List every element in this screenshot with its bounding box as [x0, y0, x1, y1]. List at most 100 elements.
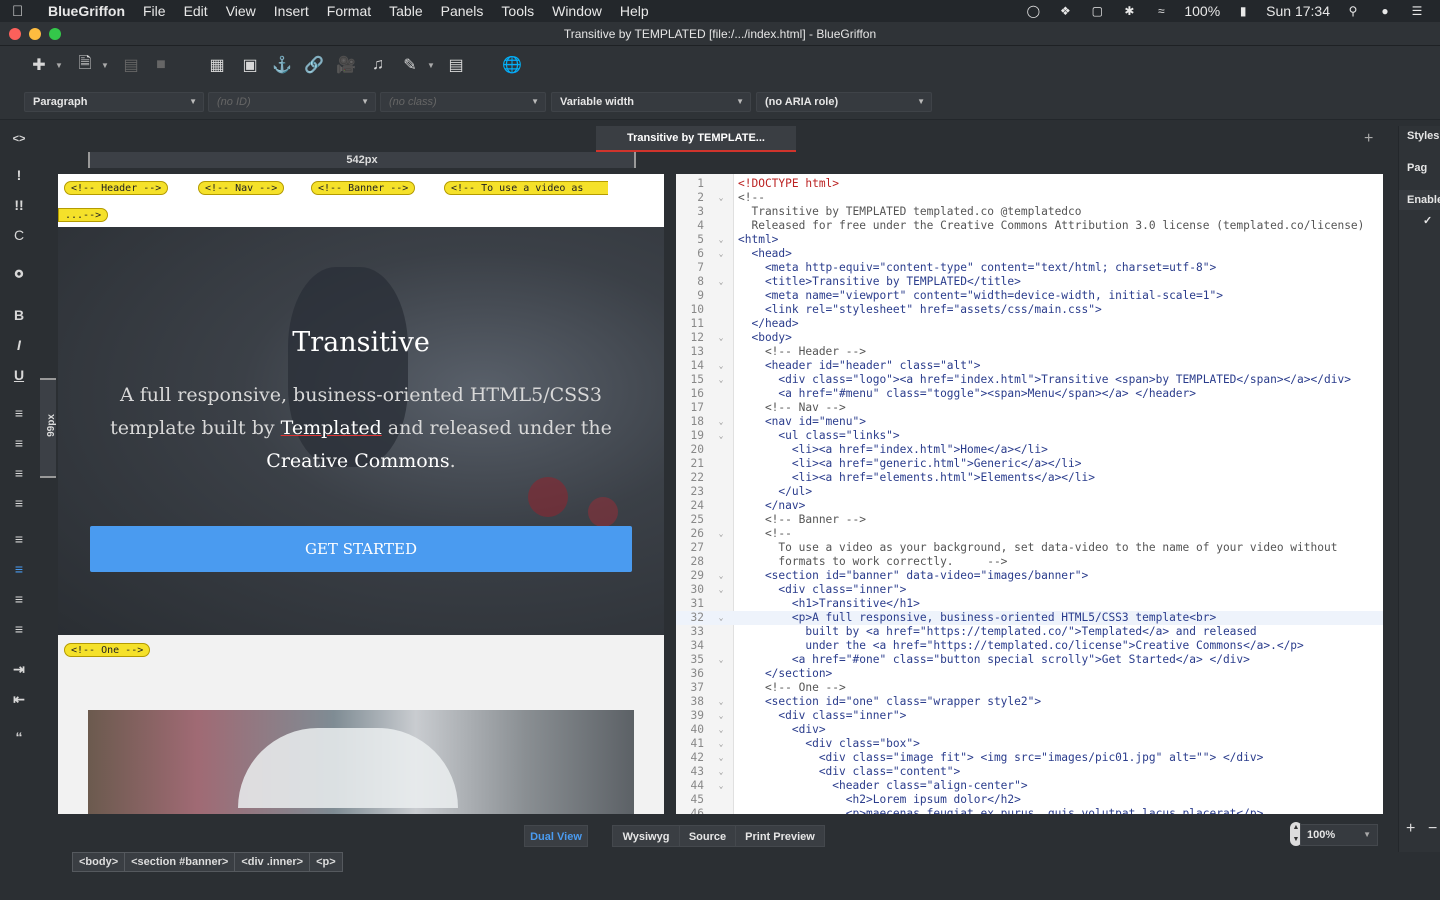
- code-line[interactable]: 7 <meta http-equiv="content-type" conten…: [676, 261, 1383, 275]
- bold-icon[interactable]: B: [6, 304, 32, 326]
- code-line[interactable]: 36 </section>: [676, 667, 1383, 681]
- code-line[interactable]: 2 ⌄ <!--: [676, 191, 1383, 205]
- fold-toggle-icon[interactable]: [708, 793, 734, 807]
- code-line[interactable]: 3 Transitive by TEMPLATED templated.co @…: [676, 205, 1383, 219]
- fold-toggle-icon[interactable]: ⌄: [708, 275, 734, 289]
- code-line[interactable]: 16 <a href="#menu" class="toggle"><span>…: [676, 387, 1383, 401]
- section-one[interactable]: <!-- One -->: [58, 635, 664, 814]
- quote-icon[interactable]: “: [6, 726, 32, 748]
- fold-toggle-icon[interactable]: [708, 289, 734, 303]
- code-line[interactable]: 40 ⌄ <div>: [676, 723, 1383, 737]
- code-line[interactable]: 32 ⌄ <p>A full responsive, business-orien…: [676, 611, 1383, 625]
- dropbox-icon[interactable]: ❖: [1056, 4, 1074, 18]
- fold-toggle-icon[interactable]: ⌄: [708, 359, 734, 373]
- code-text[interactable]: <div class="box">: [734, 737, 920, 751]
- code-line[interactable]: 13 <!-- Header -->: [676, 345, 1383, 359]
- fold-toggle-icon[interactable]: ⌄: [708, 709, 734, 723]
- align-left-icon[interactable]: ≡: [6, 528, 32, 550]
- fold-toggle-icon[interactable]: ⌄: [708, 191, 734, 205]
- menu-app-name[interactable]: BlueGriffon: [48, 3, 125, 19]
- code-text[interactable]: <li><a href="index.html">Home</a></li>: [734, 443, 1048, 457]
- fold-toggle-icon[interactable]: [708, 499, 734, 513]
- page-tab[interactable]: Pag: [1399, 158, 1440, 178]
- creative-cloud-icon[interactable]: ◯: [1024, 4, 1042, 18]
- breadcrumb-p[interactable]: <p>: [309, 852, 343, 872]
- code-text[interactable]: <div class="inner">: [734, 583, 906, 597]
- get-started-button[interactable]: GET STARTED: [90, 526, 632, 572]
- code-text[interactable]: Transitive by TEMPLATED templated.co @te…: [734, 205, 1081, 219]
- status-icon[interactable]: ▢: [1088, 4, 1106, 18]
- code-line[interactable]: 27 To use a video as your background, se…: [676, 541, 1383, 555]
- definition-term-icon[interactable]: ≡: [6, 492, 32, 514]
- code-line[interactable]: 41 ⌄ <div class="box">: [676, 737, 1383, 751]
- fold-toggle-icon[interactable]: [708, 219, 734, 233]
- fold-toggle-icon[interactable]: [708, 345, 734, 359]
- align-center-icon[interactable]: ≡: [6, 558, 32, 580]
- breadcrumb-div[interactable]: <div .inner>: [234, 852, 311, 872]
- new-icon[interactable]: ✚: [28, 54, 50, 76]
- fold-toggle-icon[interactable]: [708, 541, 734, 555]
- menu-file[interactable]: File: [143, 3, 166, 19]
- banner-paragraph[interactable]: A full responsive, business-oriented HTM…: [88, 379, 634, 478]
- source-scrollbar[interactable]: [1384, 174, 1396, 814]
- open-dropdown-icon[interactable]: ▼: [94, 54, 116, 76]
- code-text[interactable]: <section id="one" class="wrapper style2"…: [734, 695, 1041, 709]
- code-text[interactable]: <title>Transitive by TEMPLATED</title>: [734, 275, 1021, 289]
- fold-toggle-icon[interactable]: ⌄: [708, 429, 734, 443]
- aria-role-select[interactable]: (no ARIA role) ▼: [756, 92, 932, 112]
- vertical-ruler[interactable]: 99px: [40, 378, 57, 478]
- indent-icon[interactable]: ⇥: [6, 658, 32, 680]
- code-line[interactable]: 23 </ul>: [676, 485, 1383, 499]
- code-text[interactable]: <p>A full responsive, business-oriented …: [734, 611, 1216, 625]
- fold-toggle-icon[interactable]: [708, 261, 734, 275]
- fold-toggle-icon[interactable]: [708, 485, 734, 499]
- menu-table[interactable]: Table: [389, 3, 422, 19]
- fold-toggle-icon[interactable]: [708, 471, 734, 485]
- code-line[interactable]: 39 ⌄ <div class="inner">: [676, 709, 1383, 723]
- code-text[interactable]: To use a video as your background, set d…: [734, 541, 1337, 555]
- code-text[interactable]: <!-- One -->: [734, 681, 846, 695]
- code-text[interactable]: <!--: [734, 191, 765, 205]
- code-text[interactable]: <!DOCTYPE html>: [734, 177, 839, 191]
- numbered-list-icon[interactable]: ≡: [6, 432, 32, 454]
- dual-view-button[interactable]: Dual View: [524, 825, 588, 847]
- fold-toggle-icon[interactable]: ⌄: [708, 247, 734, 261]
- clock[interactable]: Sun 17:34: [1266, 3, 1330, 19]
- code-line[interactable]: 20 <li><a href="index.html">Home</a></li…: [676, 443, 1383, 457]
- siri-icon[interactable]: ●: [1376, 4, 1394, 18]
- fold-toggle-icon[interactable]: [708, 457, 734, 471]
- code-text[interactable]: <ul class="links">: [734, 429, 899, 443]
- menu-edit[interactable]: Edit: [184, 3, 208, 19]
- comment-tag-video-end[interactable]: ...-->: [58, 208, 109, 222]
- bluetooth-icon[interactable]: ✱: [1120, 4, 1138, 18]
- fold-toggle-icon[interactable]: [708, 317, 734, 331]
- code-text[interactable]: <h2>Lorem ipsum dolor</h2>: [734, 793, 1021, 807]
- source-code[interactable]: 1 <!DOCTYPE html> 2 ⌄ <!-- 3 Transitive by TE…: [676, 177, 1383, 814]
- fold-toggle-icon[interactable]: ⌄: [708, 415, 734, 429]
- code-text[interactable]: </head>: [734, 317, 798, 331]
- video-icon[interactable]: 🎥: [335, 54, 357, 76]
- code-line[interactable]: 26 ⌄ <!--: [676, 527, 1383, 541]
- code-line[interactable]: 6 ⌄ <head>: [676, 247, 1383, 261]
- horizontal-ruler[interactable]: 542px: [88, 152, 636, 168]
- code-text[interactable]: <p>maecenas feugiat ex purus, quis volut…: [734, 807, 1264, 814]
- fold-toggle-icon[interactable]: ⌄: [708, 611, 734, 625]
- code-text[interactable]: <body>: [734, 331, 791, 345]
- definition-list-icon[interactable]: ≡: [6, 462, 32, 484]
- paragraph-format-select[interactable]: Paragraph ▼: [24, 92, 204, 112]
- code-line[interactable]: 37 <!-- One -->: [676, 681, 1383, 695]
- fold-toggle-icon[interactable]: ⌄: [708, 737, 734, 751]
- code-text[interactable]: under the <a href="https://templated.co/…: [734, 639, 1303, 653]
- add-style-icon[interactable]: +: [1406, 820, 1415, 838]
- align-right-icon[interactable]: ≡: [6, 588, 32, 610]
- code-line[interactable]: 24 </nav>: [676, 499, 1383, 513]
- code-text[interactable]: <!--: [734, 527, 792, 541]
- code-text[interactable]: </ul>: [734, 485, 812, 499]
- code-line[interactable]: 12 ⌄ <body>: [676, 331, 1383, 345]
- new-tab-icon[interactable]: +: [1364, 130, 1373, 148]
- code-text[interactable]: <div class="inner">: [734, 709, 906, 723]
- fold-toggle-icon[interactable]: [708, 513, 734, 527]
- fold-toggle-icon[interactable]: ⌄: [708, 331, 734, 345]
- print-preview-button[interactable]: Print Preview: [735, 825, 825, 847]
- code-line[interactable]: 5 ⌄ <html>: [676, 233, 1383, 247]
